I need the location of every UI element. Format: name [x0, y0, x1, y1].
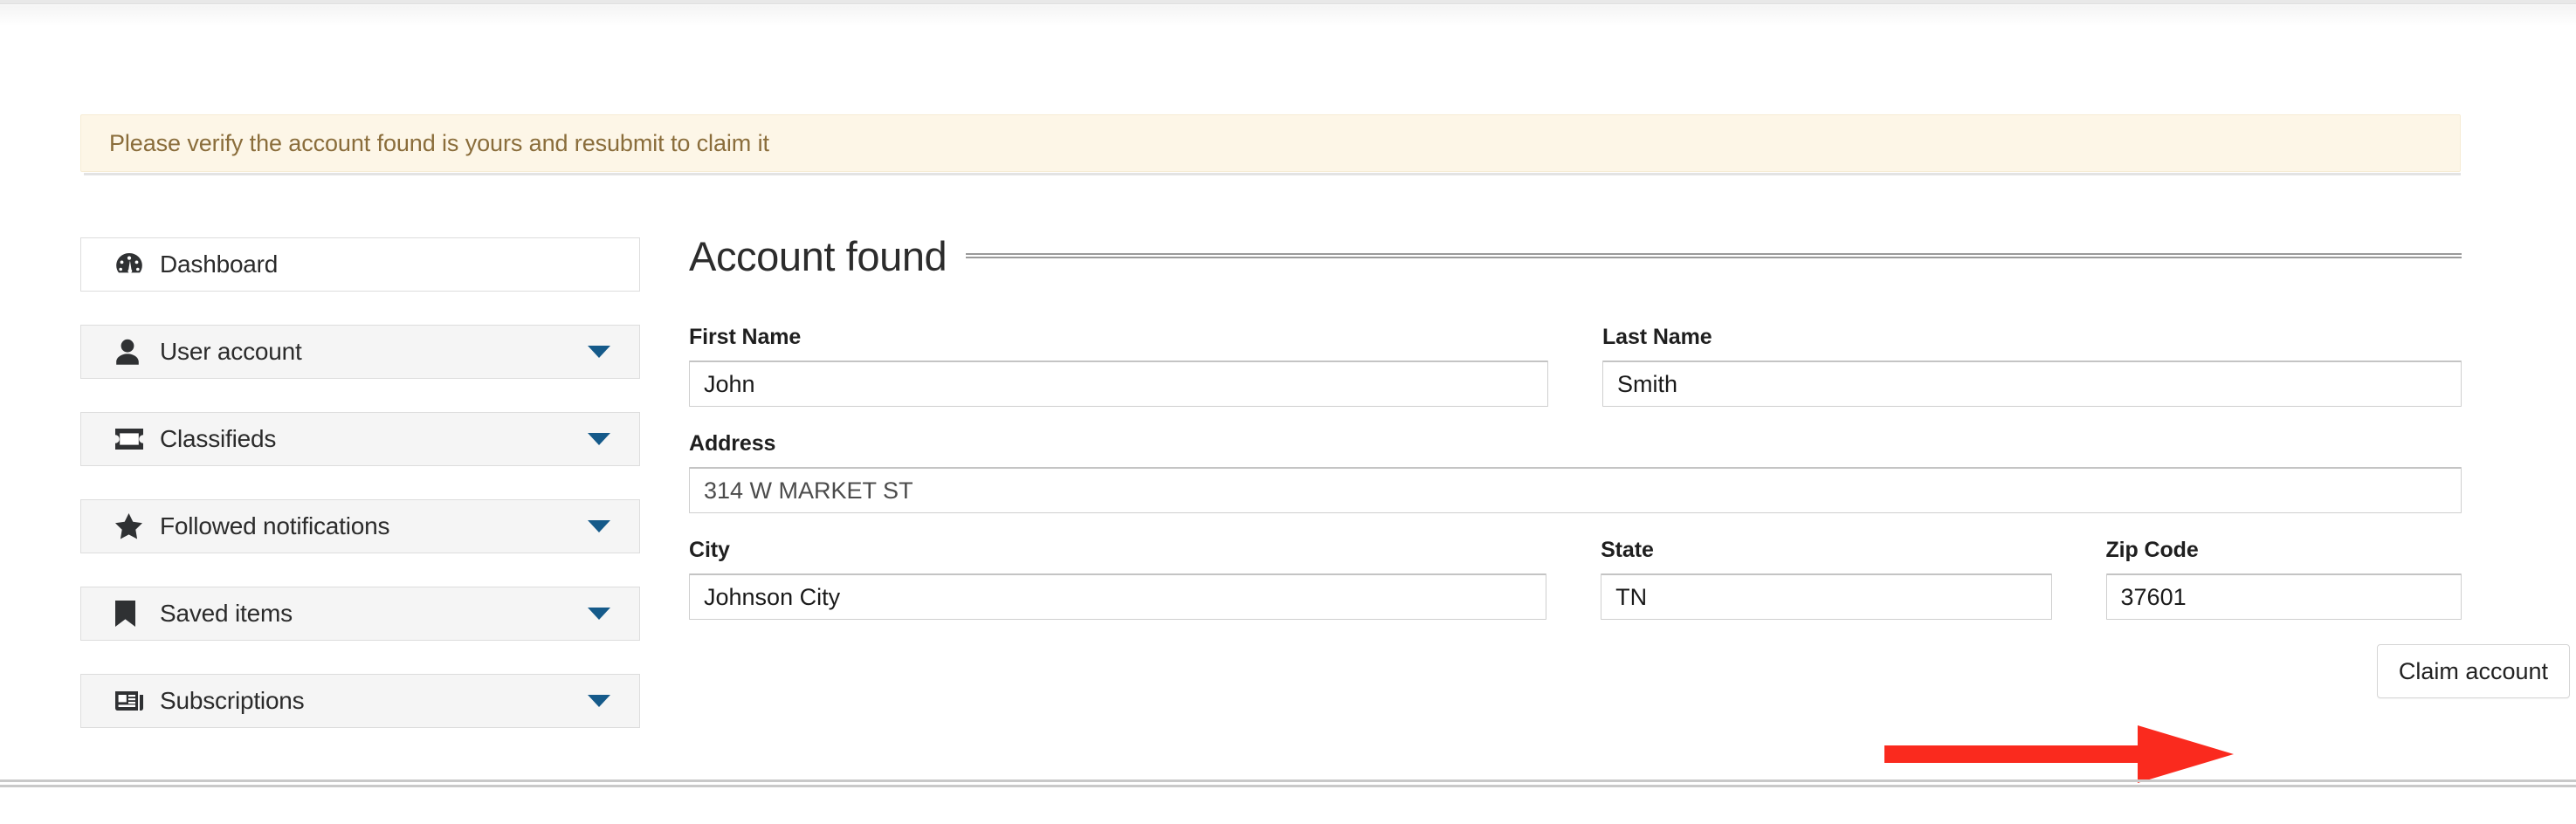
sidebar-item-dashboard[interactable]: Dashboard	[80, 237, 640, 292]
footer-divider	[0, 779, 2576, 787]
chevron-down-icon[interactable]	[588, 608, 610, 620]
sidebar-nav: Dashboard User account Classifieds Follo…	[80, 237, 640, 761]
newspaper-icon	[115, 690, 148, 712]
alert-underline	[84, 173, 2461, 175]
field-address: Address 314 W MARKET ST	[689, 431, 2462, 513]
field-first-name: First Name John	[689, 325, 1548, 407]
sidebar-item-label: Subscriptions	[160, 687, 305, 714]
zip-code-label: Zip Code	[2105, 538, 2199, 562]
state-label: State	[1601, 538, 1654, 562]
zip-code-input[interactable]: 37601	[2105, 573, 2462, 620]
sidebar-item-user-account[interactable]: User account	[80, 325, 640, 379]
form-row-address: Address 314 W MARKET ST	[689, 431, 2462, 513]
sidebar-item-label: Classifieds	[160, 425, 277, 452]
star-icon	[115, 513, 148, 539]
form-actions: Claim account	[689, 644, 2570, 698]
last-name-input[interactable]: Smith	[1602, 360, 2462, 407]
address-input[interactable]: 314 W MARKET ST	[689, 467, 2462, 513]
top-header-strip	[0, 0, 2576, 4]
sidebar-item-label: Saved items	[160, 600, 293, 627]
alert-message: Please verify the account found is yours…	[109, 129, 769, 156]
state-input[interactable]: TN	[1601, 573, 2052, 620]
chevron-down-icon[interactable]	[588, 346, 610, 358]
sidebar-item-label: Followed notifications	[160, 512, 390, 539]
ticket-icon	[115, 428, 148, 450]
last-name-label: Last Name	[1602, 325, 1712, 349]
field-zip-code: Zip Code 37601	[2105, 538, 2462, 620]
sidebar-item-subscriptions[interactable]: Subscriptions	[80, 674, 640, 728]
form-row-city-state-zip: City Johnson City State TN Zip Code 3760…	[689, 538, 2462, 620]
address-label: Address	[689, 431, 776, 456]
main-panel: Account found First Name John Last Name …	[689, 229, 2570, 698]
user-icon	[115, 339, 148, 365]
city-label: City	[689, 538, 730, 562]
field-city: City Johnson City	[689, 538, 1547, 620]
alert-banner: Please verify the account found is yours…	[80, 114, 2461, 172]
sidebar-item-saved-items[interactable]: Saved items	[80, 587, 640, 641]
page-title: Account found	[689, 232, 947, 279]
chevron-down-icon[interactable]	[588, 520, 610, 532]
bookmark-icon	[115, 601, 148, 627]
speedometer-icon	[115, 251, 148, 278]
sidebar-item-classifieds[interactable]: Classifieds	[80, 412, 640, 466]
field-last-name: Last Name Smith	[1602, 325, 2462, 407]
form-row-name: First Name John Last Name Smith	[689, 325, 2462, 407]
page-root: Please verify the account found is yours…	[0, 0, 2576, 824]
chevron-down-icon[interactable]	[588, 433, 610, 445]
title-divider	[966, 253, 2462, 258]
page-title-row: Account found	[689, 229, 2462, 283]
chevron-down-icon[interactable]	[588, 695, 610, 707]
city-input[interactable]: Johnson City	[689, 573, 1547, 620]
claim-account-button[interactable]: Claim account	[2376, 644, 2570, 698]
sidebar-item-label: User account	[160, 338, 302, 365]
sidebar-item-label: Dashboard	[160, 251, 279, 278]
top-gradient	[0, 5, 2576, 26]
first-name-input[interactable]: John	[689, 360, 1548, 407]
annotation-arrow-icon	[1884, 725, 2234, 783]
field-state: State TN	[1601, 538, 2052, 620]
account-form: First Name John Last Name Smith Address …	[689, 325, 2570, 698]
sidebar-item-followed-notifications[interactable]: Followed notifications	[80, 499, 640, 553]
first-name-label: First Name	[689, 325, 802, 349]
